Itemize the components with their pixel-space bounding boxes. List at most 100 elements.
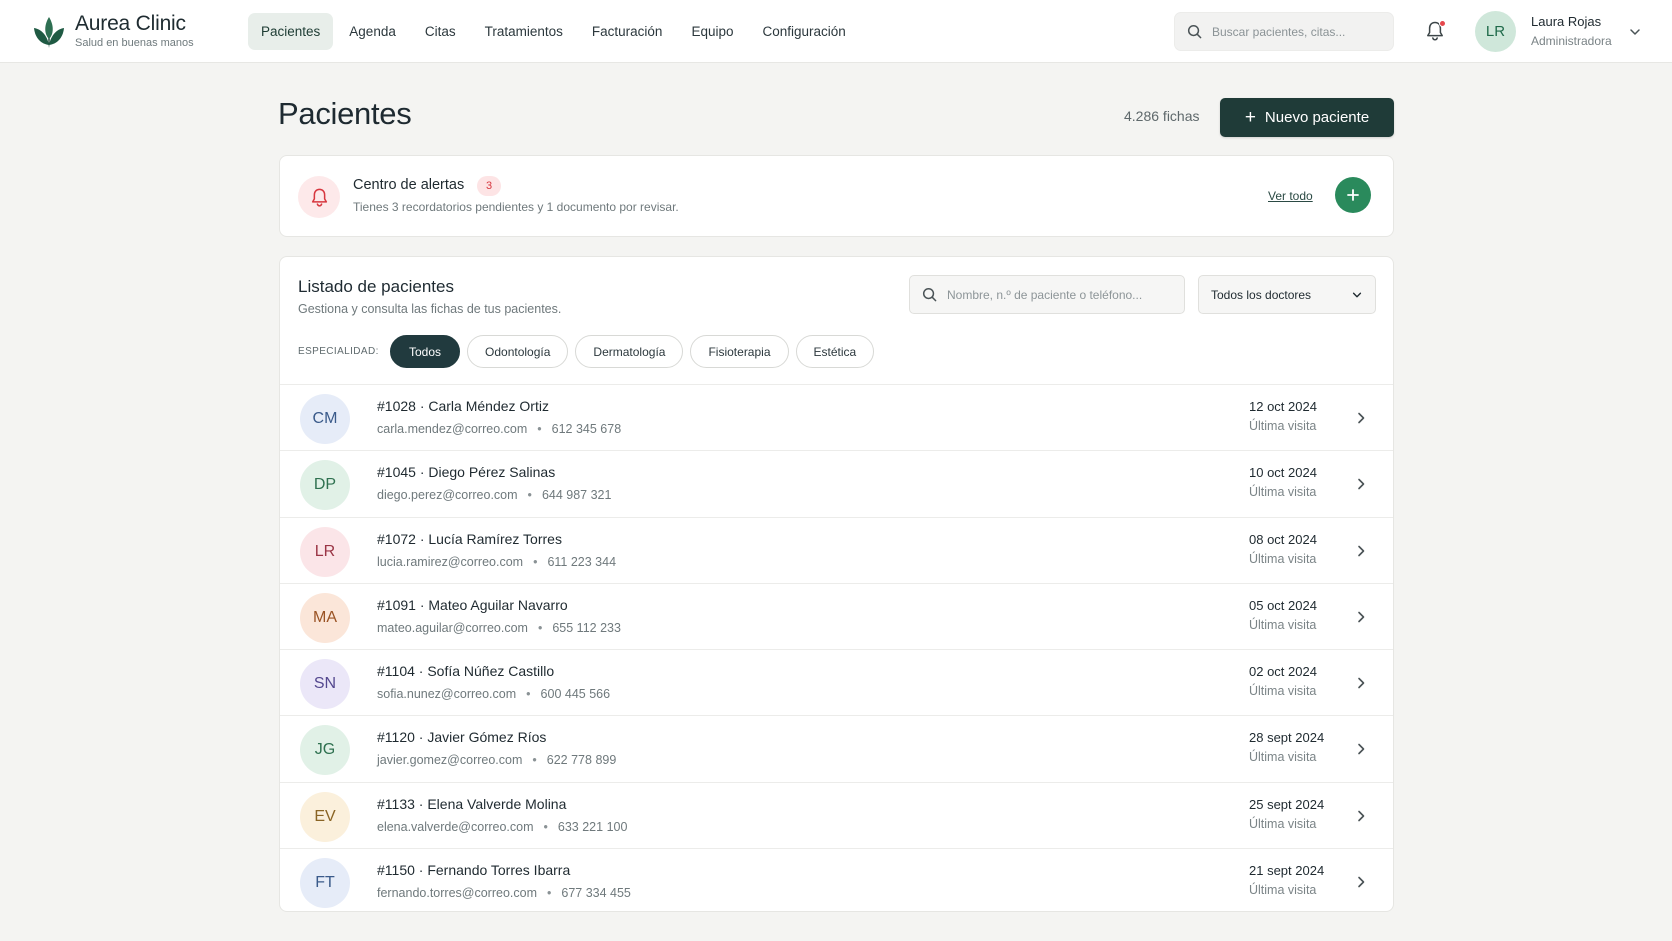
alerts-count-badge: 3 — [477, 176, 501, 196]
chip-todos[interactable]: Todos — [390, 335, 461, 368]
separator-dot: • — [537, 620, 543, 635]
patient-rows: CM #1028 · Carla Méndez Ortiz carla.mendez… — [280, 384, 1393, 911]
patient-row[interactable]: DP #1045 · Diego Pérez Salinas diego.perez… — [280, 451, 1393, 518]
separator-dot: • — [543, 819, 548, 834]
patient-email: carla.mendez@correo.com — [377, 422, 528, 436]
last-visit-label: Última visita — [1249, 551, 1317, 566]
patient-row[interactable]: FT #1150 · Fernando Torres Ibarra fernando… — [280, 849, 1393, 911]
patient-avatar: SN — [300, 659, 350, 710]
last-visit-date: 25 sept 2024 — [1249, 796, 1325, 812]
separator-dot: • — [533, 554, 538, 569]
global-search-input[interactable] — [1212, 24, 1382, 39]
patient-phone: 677 334 455 — [561, 886, 631, 901]
chip-estetica[interactable]: Estética — [795, 335, 875, 368]
patient-list-card: Listado de pacientes Gestiona y consulta… — [279, 256, 1394, 912]
global-search — [1174, 12, 1394, 51]
chevron-down-icon — [1352, 292, 1362, 297]
patient-row[interactable]: CM #1028 · Carla Méndez Ortiz carla.mendez… — [280, 385, 1393, 452]
search-icon — [922, 287, 937, 302]
specialty-filter: Todos Odontología Dermatología Fisiotera… — [390, 335, 881, 368]
patient-row[interactable]: SN #1104 · Sofía Núñez Castillo sofia.nune… — [280, 650, 1393, 717]
chevron-right-icon — [1358, 478, 1365, 490]
brand-name: Aurea Clinic — [75, 12, 186, 35]
nav-item-agenda[interactable]: Agenda — [336, 13, 409, 50]
last-visit-label: Última visita — [1249, 684, 1317, 699]
alert-icon-badge — [298, 176, 340, 218]
nav-item-tratamientos[interactable]: Tratamientos — [472, 13, 576, 50]
patient-email: elena.valverde@correo.com — [377, 819, 534, 834]
chip-fisioterapia[interactable]: Fisioterapia — [690, 335, 789, 368]
doctor-filter-select[interactable]: Todos los doctores — [1198, 275, 1376, 314]
last-visit-label: Última visita — [1249, 883, 1317, 898]
new-patient-button[interactable]: + Nuevo paciente — [1220, 98, 1394, 137]
patient-phone: 655 112 233 — [552, 620, 621, 635]
patient-name: #1045 · Diego Pérez Salinas — [377, 464, 556, 481]
patient-name: #1120 · Javier Gómez Ríos — [377, 729, 547, 746]
patient-row[interactable]: LR #1072 · Lucía Ramírez Torres lucia.rami… — [280, 518, 1393, 584]
separator-dot: • — [526, 687, 531, 702]
patient-email: lucia.ramirez@correo.com — [377, 554, 524, 569]
user-avatar[interactable]: LR — [1475, 11, 1516, 52]
main-nav: Pacientes Agenda Citas Tratamientos Fact… — [248, 13, 862, 50]
nav-item-facturacion[interactable]: Facturación — [579, 13, 676, 50]
notification-dot — [1439, 20, 1446, 27]
patient-row[interactable]: EV #1133 · Elena Valverde Molina elena.val… — [280, 783, 1393, 850]
patient-contact: fernando.torres@correo.com • 677 334 455 — [377, 886, 631, 900]
last-visit-date: 05 oct 2024 — [1249, 597, 1317, 613]
patient-search-input[interactable] — [947, 287, 1177, 302]
view-all-alerts-link[interactable]: Ver todo — [1268, 189, 1313, 203]
nav-item-configuracion[interactable]: Configuración — [749, 13, 858, 50]
add-alert-button[interactable] — [1335, 177, 1371, 213]
patient-avatar: EV — [300, 791, 350, 842]
chevron-right-icon — [1358, 876, 1365, 888]
patient-email: diego.perez@correo.com — [377, 488, 518, 503]
chevron-right-icon — [1358, 412, 1365, 424]
notifications-button[interactable] — [1425, 20, 1447, 44]
alerts-title: Centro de alertas — [353, 177, 465, 193]
patient-row[interactable]: MA #1091 · Mateo Aguilar Navarro mateo.agu… — [280, 584, 1393, 651]
patient-name: #1133 · Elena Valverde Molina — [377, 795, 567, 812]
patient-email: fernando.torres@correo.com — [377, 886, 537, 901]
alerts-description: Tienes 3 recordatorios pendientes y 1 do… — [353, 200, 679, 214]
chevron-right-icon — [1358, 545, 1365, 556]
patient-phone: 633 221 100 — [557, 819, 628, 834]
chevron-right-icon — [1358, 744, 1365, 755]
patient-phone: 612 345 678 — [551, 422, 622, 436]
patient-contact: sofia.nunez@correo.com • 600 445 566 — [377, 687, 610, 701]
chevron-down-icon[interactable] — [1628, 25, 1642, 39]
last-visit-date: 12 oct 2024 — [1249, 399, 1317, 414]
patient-contact: javier.gomez@correo.com • 622 778 899 — [377, 753, 616, 767]
doctor-filter-value: Todos los doctores — [1211, 287, 1312, 302]
separator-dot: • — [537, 422, 542, 436]
patient-contact: diego.perez@correo.com • 644 987 321 — [377, 488, 611, 502]
page-title: Pacientes — [278, 96, 412, 131]
patient-row[interactable]: JG #1120 · Javier Gómez Ríos javier.gomez@… — [280, 716, 1393, 783]
plus-icon: + — [1244, 107, 1256, 128]
last-visit-date: 28 sept 2024 — [1249, 730, 1325, 746]
search-icon — [1187, 24, 1202, 39]
patient-count: 4.286 fichas — [1124, 108, 1200, 124]
user-menu[interactable]: Laura Rojas Administradora — [1531, 13, 1612, 50]
bell-icon — [311, 188, 327, 207]
patient-email: mateo.aguilar@correo.com — [377, 620, 528, 635]
last-visit-label: Última visita — [1249, 485, 1317, 500]
patient-avatar: CM — [300, 394, 350, 444]
nav-item-equipo[interactable]: Equipo — [678, 13, 746, 50]
patient-phone: 600 445 566 — [540, 687, 611, 702]
patient-phone: 611 223 344 — [547, 554, 617, 569]
chip-dermatologia[interactable]: Dermatología — [575, 335, 684, 368]
chevron-right-icon — [1358, 810, 1365, 822]
brand-logo[interactable]: Aurea Clinic Salud en buenas manos — [33, 13, 194, 50]
patient-avatar: MA — [300, 592, 350, 643]
separator-dot: • — [527, 488, 532, 503]
specialty-label: ESPECIALIDAD: — [298, 346, 379, 357]
nav-item-citas[interactable]: Citas — [412, 13, 469, 50]
patient-avatar: JG — [300, 725, 350, 776]
chip-odontologia[interactable]: Odontología — [467, 335, 569, 368]
brand-tagline: Salud en buenas manos — [75, 37, 194, 49]
chevron-right-icon — [1358, 611, 1365, 623]
nav-item-pacientes[interactable]: Pacientes — [248, 13, 334, 50]
top-navigation-bar: Aurea Clinic Salud en buenas manos Pacie… — [0, 0, 1672, 63]
patient-phone: 622 778 899 — [546, 753, 617, 768]
patient-avatar: FT — [300, 858, 350, 909]
